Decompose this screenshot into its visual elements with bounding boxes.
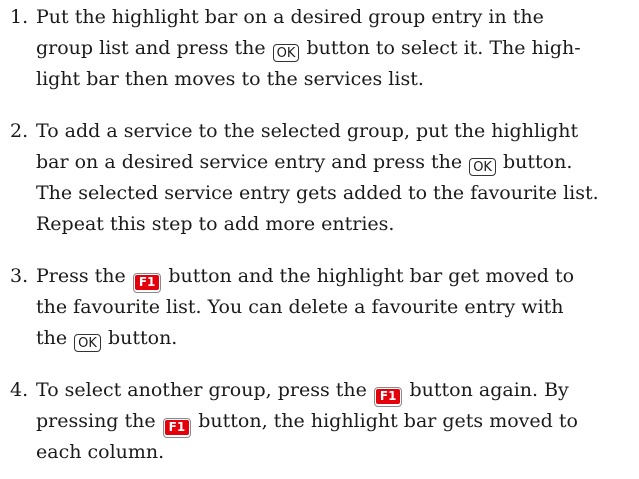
step-number: 1.	[10, 6, 29, 28]
step-text: To select another group, press the	[36, 379, 373, 401]
step-text: The selected service entry gets added to…	[36, 182, 599, 204]
step-text: the	[36, 327, 74, 349]
step-line: group list and press the OK button to se…	[36, 33, 581, 63]
step-line: light bar then moves to the services lis…	[36, 64, 424, 94]
f1-button-icon: F1	[373, 387, 403, 407]
step-text: button, the highlight bar gets moved to	[192, 410, 578, 432]
f1-button-icon: F1	[132, 273, 162, 293]
step-line: To select another group, press the F1 bu…	[36, 375, 569, 407]
step-text: button to select it. The high-	[300, 37, 581, 59]
f1-button-label: F1	[164, 420, 190, 435]
step-text: button.	[101, 327, 178, 349]
ok-button-icon: OK	[272, 44, 300, 62]
step-number: 2.	[10, 120, 29, 142]
step-text: the favourite list. You can delete a fav…	[36, 296, 564, 318]
step-text: group list and press the	[36, 37, 272, 59]
ok-button-icon: OK	[469, 158, 496, 176]
step-text: To add a service to the selected group, …	[36, 120, 579, 142]
step-text: Put the highlight bar on a desired group…	[36, 6, 544, 28]
step-line: bar on a desired service entry and press…	[36, 147, 572, 177]
ok-button-icon: OK	[74, 334, 101, 352]
step-text: button.	[496, 151, 573, 173]
f1-button-icon: F1	[162, 418, 192, 438]
instructions-document: 1. Put the highlight bar on a desired gr…	[0, 0, 639, 479]
step-line: To add a service to the selected group, …	[36, 116, 578, 146]
step-text: light bar then moves to the services lis…	[36, 68, 424, 90]
step-line: Put the highlight bar on a desired group…	[36, 2, 544, 32]
step-line: Repeat this step to add more entries.	[36, 209, 394, 239]
step-text: Repeat this step to add more entries.	[36, 213, 395, 235]
f1-button-label: F1	[134, 275, 160, 290]
step-text: button again. By	[403, 379, 569, 401]
step-line: each column.	[36, 437, 164, 467]
step-text: pressing the	[36, 410, 162, 432]
step-line: Press the F1 button and the highlight ba…	[36, 261, 575, 293]
step-line: The selected service entry gets added to…	[36, 178, 599, 208]
step-line: the favourite list. You can delete a fav…	[36, 292, 564, 322]
step-line: pressing the F1 button, the highlight ba…	[36, 406, 578, 438]
step-text: each column.	[36, 441, 165, 463]
step-number: 4.	[10, 379, 29, 401]
step-line: the OK button.	[36, 323, 177, 353]
step-number: 3.	[10, 265, 29, 287]
step-text: bar on a desired service entry and press…	[36, 151, 469, 173]
step-text: Press the	[36, 265, 132, 287]
f1-button-label: F1	[375, 389, 401, 404]
step-text: button and the highlight bar get moved t…	[162, 265, 575, 287]
